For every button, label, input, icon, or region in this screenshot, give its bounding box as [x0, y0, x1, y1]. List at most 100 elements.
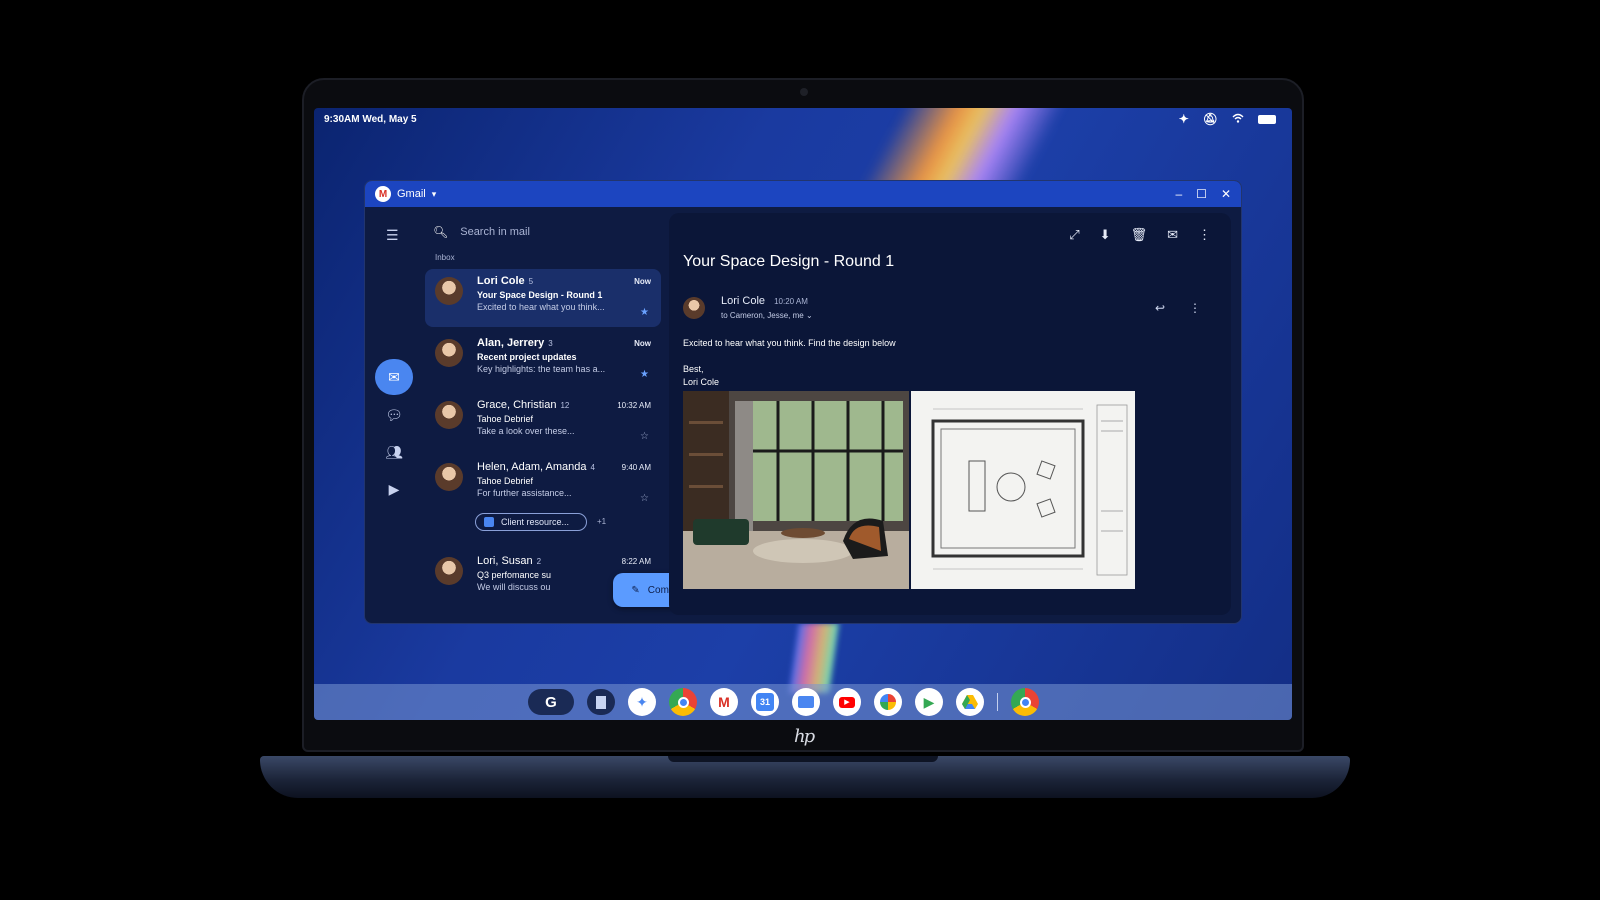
gmail-icon[interactable]: M	[710, 688, 738, 716]
star-outline-icon[interactable]: ☆	[640, 431, 649, 442]
room-photo-attachment[interactable]	[683, 391, 909, 589]
mail-snippet: Take a look over these...	[477, 426, 575, 436]
rail-chat-button[interactable]: 💬︎	[375, 397, 413, 433]
shelf-apps: G ✦ M 31 ▶ ▶	[528, 688, 1039, 716]
mail-snippet: For further assistance...	[477, 488, 572, 498]
youtube-icon[interactable]: ▶	[833, 688, 861, 716]
wifi-icon[interactable]	[1232, 112, 1244, 126]
minimize-icon[interactable]: –	[1175, 187, 1182, 201]
star-icon[interactable]: ★	[640, 369, 649, 380]
drive-icon[interactable]	[956, 688, 984, 716]
more-vert-icon[interactable]: ⋮	[1189, 301, 1201, 315]
attachment-chip[interactable]: Client resource...	[475, 513, 587, 531]
chevron-down-icon[interactable]: ▾	[432, 189, 437, 200]
inbox-label: Inbox	[435, 253, 455, 262]
launcher-icon[interactable]: G	[528, 689, 574, 715]
wallpaper-beam	[789, 623, 839, 693]
docs-glyph	[596, 695, 606, 709]
video-icon: ▶	[388, 480, 400, 497]
mail-time: 8:22 AM	[621, 557, 651, 566]
docs-icon[interactable]	[587, 689, 615, 715]
room-photo-image	[683, 391, 909, 589]
sender-avatar[interactable]	[683, 297, 705, 319]
mail-item-2[interactable]: Alan, Jerrery 3 Now Recent project update…	[425, 331, 661, 389]
mail-time: Now	[634, 339, 651, 348]
close-icon[interactable]: ✕	[1221, 187, 1231, 201]
avatar	[435, 401, 463, 429]
rail-spaces-button[interactable]: 👥︎	[375, 434, 413, 470]
files-icon[interactable]	[792, 688, 820, 716]
sender-name[interactable]: Lori Cole	[721, 295, 765, 307]
chevron-down-icon[interactable]: ⌄	[806, 311, 813, 320]
drive-glyph	[962, 695, 978, 709]
notification-off-icon[interactable]: 🔕︎	[1203, 112, 1218, 126]
mail-subject: Tahoe Debrief	[477, 476, 534, 486]
folder-glyph	[798, 696, 814, 708]
mail-from-row: Alan, Jerrery 3	[477, 337, 651, 349]
laptop-base	[260, 756, 1350, 798]
message-text: Excited to hear what you think. Find the…	[683, 338, 896, 348]
mail-time: 10:32 AM	[617, 401, 651, 410]
mail-from: Helen, Adam, Amanda	[477, 461, 587, 473]
star-outline-icon[interactable]: ☆	[640, 493, 649, 504]
search-icon[interactable]: 🔍︎	[433, 225, 448, 239]
delete-icon[interactable]: 🗑︎	[1131, 227, 1148, 243]
message-actions: ↩ ⋮	[1155, 301, 1201, 315]
reply-icon[interactable]: ↩	[1155, 301, 1165, 315]
recipients-line[interactable]: to Cameron, Jesse, me ⌄	[721, 311, 813, 320]
avatar	[435, 277, 463, 305]
mail-snippet: Excited to hear what you think...	[477, 302, 605, 312]
floor-plan-attachment[interactable]	[911, 391, 1135, 589]
rail-meet-button[interactable]: ▶	[375, 471, 413, 507]
window-controls: – ☐ ✕	[1175, 187, 1231, 201]
thread-count: 5	[528, 277, 534, 286]
sparkle-icon[interactable]: ✦	[1179, 112, 1189, 126]
rail-mail-button[interactable]: ✉	[375, 359, 413, 395]
message-signoff: Best,	[683, 364, 704, 374]
menu-icon[interactable]: ☰	[386, 227, 399, 244]
expand-icon[interactable]: ⤢	[1069, 227, 1079, 243]
webcam	[800, 88, 808, 96]
archive-icon[interactable]: ⬇	[1100, 227, 1111, 243]
window-titlebar[interactable]: M Gmail ▾ – ☐ ✕	[365, 181, 1241, 207]
thread-count: 2	[536, 557, 542, 566]
laptop-hinge-notch	[668, 756, 938, 762]
thread-count: 3	[548, 339, 553, 348]
message-subject: Your Space Design - Round 1	[683, 253, 895, 270]
message-body: Excited to hear what you think. Find the…	[683, 337, 896, 389]
mail-item-4[interactable]: Helen, Adam, Amanda 4 9:40 AM Tahoe Debri…	[425, 455, 661, 537]
calendar-icon[interactable]: 31	[751, 688, 779, 716]
mark-unread-icon[interactable]: ✉	[1167, 227, 1178, 243]
play-store-icon[interactable]: ▶	[915, 688, 943, 716]
thread-count: 4	[590, 463, 595, 472]
search-bar[interactable]: 🔍︎ Search in mail	[433, 221, 653, 243]
shelf-divider	[997, 693, 998, 711]
chrome-center	[1019, 696, 1031, 708]
mail-item-3[interactable]: Grace, Christian 12 10:32 AM Tahoe Debrie…	[425, 393, 661, 451]
mail-time: 9:40 AM	[621, 463, 651, 472]
nav-rail: ☰ ✉ 💬︎ 👥︎ ▶	[365, 207, 423, 623]
maximize-icon[interactable]: ☐	[1196, 187, 1207, 201]
gemini-icon[interactable]: ✦	[628, 688, 656, 716]
status-icons[interactable]: ✦ 🔕︎	[1179, 112, 1276, 126]
window-body: ☰ ✉ 💬︎ 👥︎ ▶ 🔍︎ Search in mail Inbox Lori…	[365, 207, 1241, 623]
attachment-chip-label: Client resource...	[501, 517, 570, 527]
sender-line: Lori Cole 10:20 AM	[721, 295, 808, 307]
mail-item-1[interactable]: Lori Cole 5 Now Your Space Design - Round…	[425, 269, 661, 327]
message-toolbar: ⤢ ⬇ 🗑︎ ✉ ⋮	[1069, 227, 1211, 243]
attachment-more-count: +1	[597, 517, 607, 526]
search-input[interactable]: Search in mail	[460, 226, 530, 238]
mail-list-pane: 🔍︎ Search in mail Inbox Lori Cole 5 Now Y…	[423, 207, 709, 623]
reading-pane: ⤢ ⬇ 🗑︎ ✉ ⋮ Your Space Design - Round 1 L…	[669, 213, 1231, 615]
battery-icon[interactable]	[1258, 114, 1276, 124]
more-vert-icon[interactable]: ⋮	[1198, 227, 1211, 243]
laptop-stage: 9:30AM Wed, May 5 ✦ 🔕︎ M Gmail ▾ – ☐ ✕ ☰…	[0, 0, 1600, 900]
star-icon[interactable]: ★	[640, 307, 649, 318]
mail-snippet: Key highlights: the team has a...	[477, 364, 606, 374]
chrome-icon[interactable]	[669, 688, 697, 716]
hp-logo: hp	[794, 726, 815, 747]
photos-icon[interactable]	[874, 688, 902, 716]
chrome-profile-icon[interactable]	[1011, 688, 1039, 716]
mail-from: Grace, Christian	[477, 399, 557, 411]
